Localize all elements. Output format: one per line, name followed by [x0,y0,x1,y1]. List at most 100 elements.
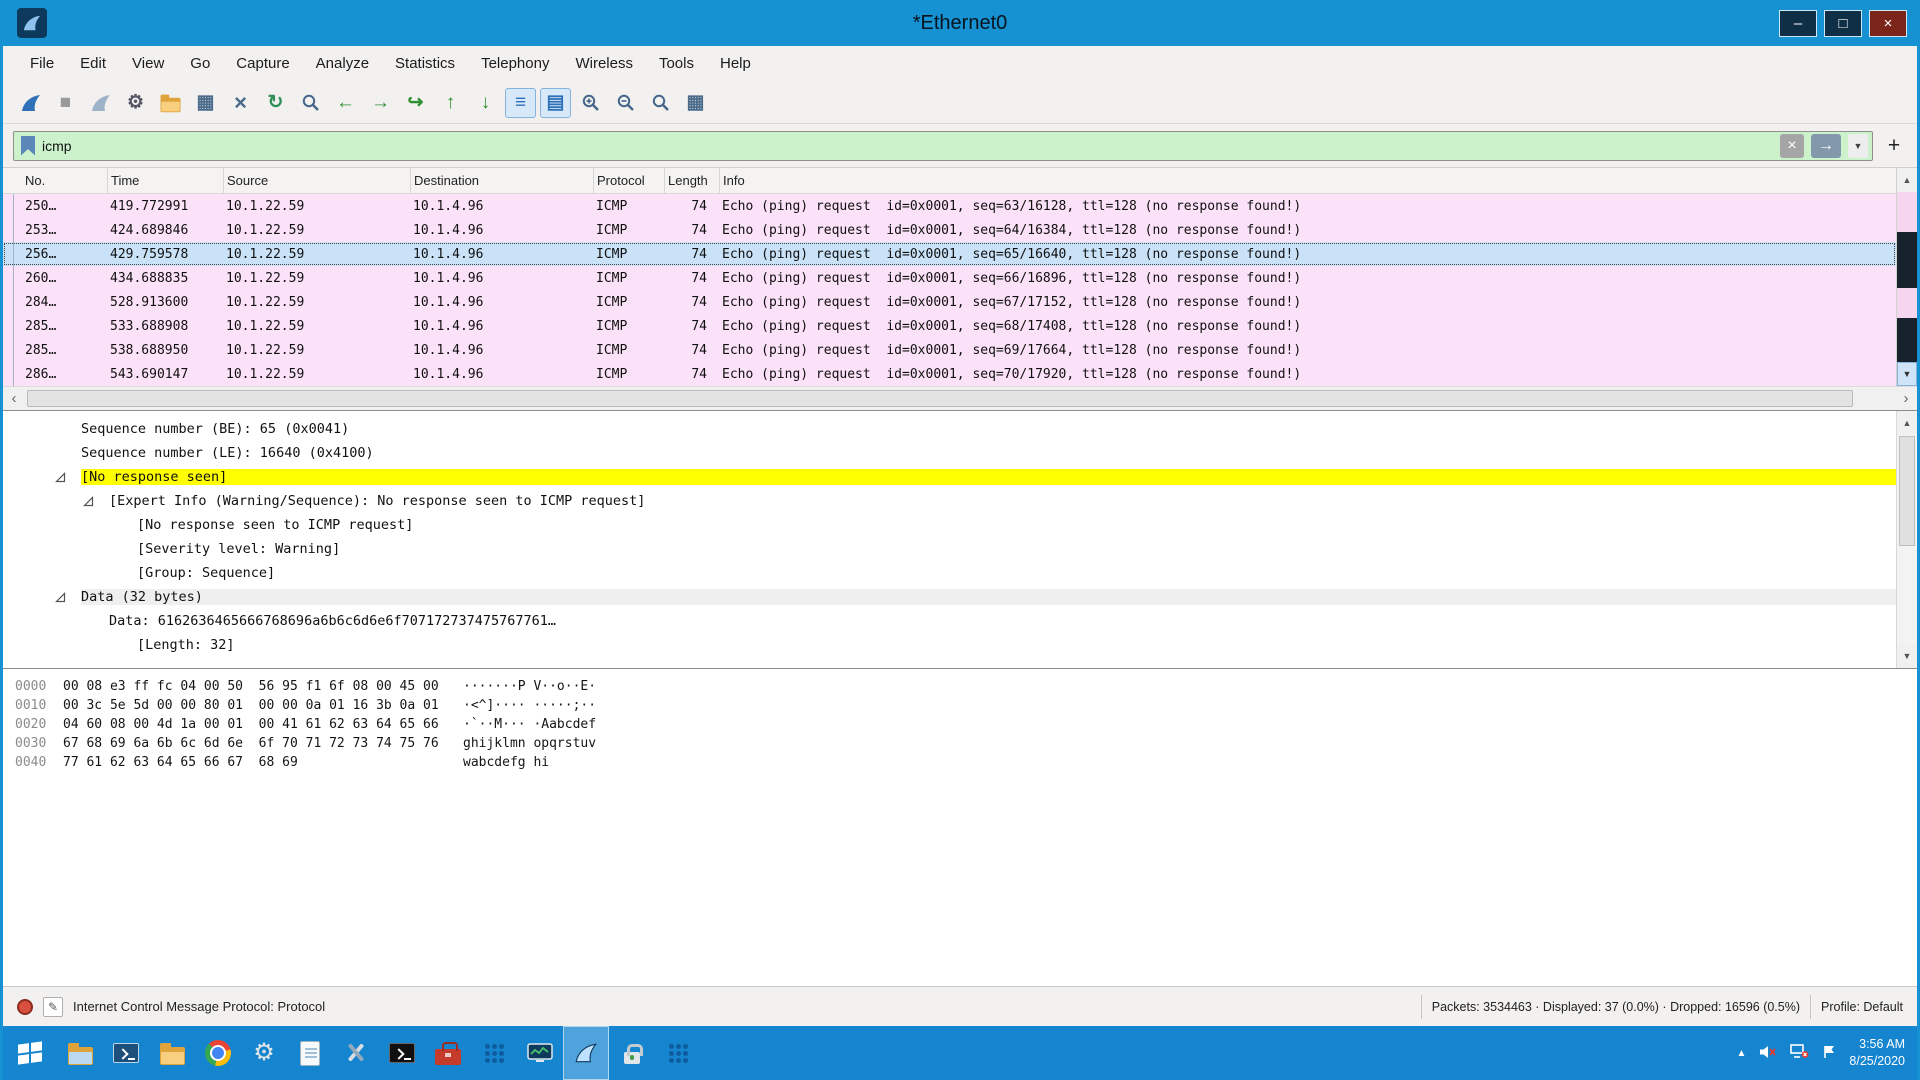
powershell-icon[interactable] [103,1026,149,1080]
zoom-out-icon[interactable] [610,88,641,118]
packet-row[interactable]: 250… 419.772991 10.1.22.59 10.1.4.96 ICM… [3,194,1896,218]
registry-editor-icon[interactable] [287,1026,333,1080]
packet-row-selected[interactable]: 256… 429.759578 10.1.22.59 10.1.4.96 ICM… [3,242,1896,266]
detail-line[interactable]: Data: 6162636465666768696a6b6c6d6e6f7071… [3,609,1896,633]
hidden-icons-button[interactable]: ▲ [1736,1048,1746,1059]
filter-dropdown-icon[interactable]: ▼ [1848,134,1868,158]
clear-filter-icon[interactable]: × [1780,134,1804,158]
packet-row[interactable]: 253… 424.689846 10.1.22.59 10.1.4.96 ICM… [3,218,1896,242]
detail-line[interactable]: [Length: 32] [3,633,1896,657]
go-last-packet-icon[interactable]: ↓ [470,88,501,118]
restart-capture-icon[interactable] [85,88,116,118]
column-header-destination[interactable]: Destination [410,168,593,194]
go-back-icon[interactable]: ← [330,88,361,118]
hex-row[interactable]: 0030 67 68 69 6a 6b 6c 6d 6e 6f 70 71 72… [15,734,1917,753]
expand-toggle-icon[interactable] [83,496,109,507]
start-button[interactable] [3,1026,57,1080]
wireshark-taskbar-icon[interactable] [563,1026,609,1080]
reload-file-icon[interactable]: ↻ [260,88,291,118]
menu-item-telephony[interactable]: Telephony [468,46,562,82]
expert-info-icon[interactable] [17,999,33,1015]
menu-item-edit[interactable]: Edit [67,46,119,82]
go-forward-icon[interactable]: → [365,88,396,118]
detail-line[interactable]: Sequence number (LE): 16640 (0x4100) [3,441,1896,465]
details-scrollbar[interactable]: ▲ ▼ [1896,411,1917,668]
add-filter-button[interactable]: + [1881,133,1907,159]
horizontal-scrollbar[interactable]: ‹ › [3,386,1917,410]
expand-toggle-icon[interactable] [55,592,81,603]
menu-item-tools[interactable]: Tools [646,46,707,82]
capture-options-icon[interactable]: ⚙ [120,88,151,118]
menu-item-wireless[interactable]: Wireless [562,46,646,82]
chrome-icon[interactable] [195,1026,241,1080]
go-first-packet-icon[interactable]: ↑ [435,88,466,118]
detail-line[interactable]: Sequence number (BE): 65 (0x0041) [3,417,1896,441]
menu-item-view[interactable]: View [119,46,177,82]
hex-row[interactable]: 0000 00 08 e3 ff fc 04 00 50 56 95 f1 6f… [15,677,1917,696]
settings-gear-icon[interactable]: ⚙ [241,1026,287,1080]
menu-item-file[interactable]: File [17,46,67,82]
column-header-source[interactable]: Source [223,168,410,194]
menu-item-statistics[interactable]: Statistics [382,46,468,82]
zoom-reset-icon[interactable] [645,88,676,118]
open-file-icon[interactable] [155,88,186,118]
column-header-length[interactable]: Length [664,168,719,194]
column-header-time[interactable]: Time [107,168,223,194]
command-prompt-icon[interactable] [379,1026,425,1080]
column-header-protocol[interactable]: Protocol [593,168,664,194]
find-packet-icon[interactable] [295,88,326,118]
save-file-icon[interactable]: ▦ [190,88,221,118]
auto-scroll-icon[interactable]: ≡ [505,88,536,118]
detail-line[interactable]: [Group: Sequence] [3,561,1896,585]
detail-line-expert-info[interactable]: [Expert Info (Warning/Sequence): No resp… [3,489,1896,513]
scroll-right-icon[interactable]: › [1895,387,1917,411]
detail-line[interactable]: [No response seen to ICMP request] [3,513,1896,537]
packet-row[interactable]: 285… 538.688950 10.1.22.59 10.1.4.96 ICM… [3,338,1896,362]
app-grid-icon[interactable] [471,1026,517,1080]
detail-line-data[interactable]: Data (32 bytes) [3,585,1896,609]
task-manager-icon[interactable] [517,1026,563,1080]
packet-list-scrollbar[interactable]: ▲ ▼ [1896,168,1917,386]
scroll-left-icon[interactable]: ‹ [3,387,25,411]
notification-flag-icon[interactable] [1822,1045,1836,1062]
hex-row[interactable]: 0020 04 60 08 00 4d 1a 00 01 00 41 61 62… [15,715,1917,734]
hex-row[interactable]: 0040 77 61 62 63 64 65 66 67 68 69 wabcd… [15,753,1917,772]
packet-row[interactable]: 260… 434.688835 10.1.22.59 10.1.4.96 ICM… [3,266,1896,290]
packet-row[interactable]: 286… 543.690147 10.1.22.59 10.1.4.96 ICM… [3,362,1896,386]
menu-item-help[interactable]: Help [707,46,764,82]
admin-tools-icon[interactable] [333,1026,379,1080]
menu-item-capture[interactable]: Capture [223,46,302,82]
scrollbar-track[interactable] [1897,547,1917,644]
close-file-icon[interactable]: × [225,88,256,118]
scroll-up-icon[interactable]: ▲ [1897,411,1917,435]
detail-line-no-response[interactable]: [No response seen] [3,465,1896,489]
close-button[interactable]: × [1869,10,1907,37]
packet-row[interactable]: 285… 533.688908 10.1.22.59 10.1.4.96 ICM… [3,314,1896,338]
detail-line[interactable]: [Severity level: Warning] [3,537,1896,561]
annotation-pencil-icon[interactable]: ✎ [43,997,63,1017]
zoom-in-icon[interactable] [575,88,606,118]
go-to-packet-icon[interactable]: ↪ [400,88,431,118]
hex-row[interactable]: 0010 00 3c 5e 5d 00 00 80 01 00 00 0a 01… [15,696,1917,715]
security-lock-icon[interactable] [609,1026,655,1080]
network-status-icon[interactable] [1790,1044,1809,1062]
scroll-down-icon[interactable]: ▼ [1897,644,1917,668]
folder-icon[interactable] [149,1026,195,1080]
column-header-no[interactable]: No. [3,168,107,194]
profile-selector[interactable]: Profile: Default [1821,1000,1903,1014]
column-header-info[interactable]: Info [719,168,1896,194]
packet-minimap[interactable] [1897,192,1917,362]
filter-input[interactable] [42,138,1773,154]
scrollbar-thumb[interactable] [1899,436,1915,546]
expand-toggle-icon[interactable] [55,472,81,483]
menu-item-go[interactable]: Go [177,46,223,82]
scroll-up-icon[interactable]: ▲ [1897,168,1917,192]
stop-capture-icon[interactable]: ■ [50,88,81,118]
taskbar-clock[interactable]: 3:56 AM 8/25/2020 [1849,1036,1905,1070]
scroll-down-icon[interactable]: ▼ [1897,362,1917,386]
filter-field[interactable]: × → ▼ [13,131,1873,161]
scrollbar-thumb[interactable] [27,390,1853,407]
scrollbar-track[interactable] [25,387,1895,410]
volume-muted-icon[interactable] [1759,1045,1777,1062]
toolbox-icon[interactable] [425,1026,471,1080]
